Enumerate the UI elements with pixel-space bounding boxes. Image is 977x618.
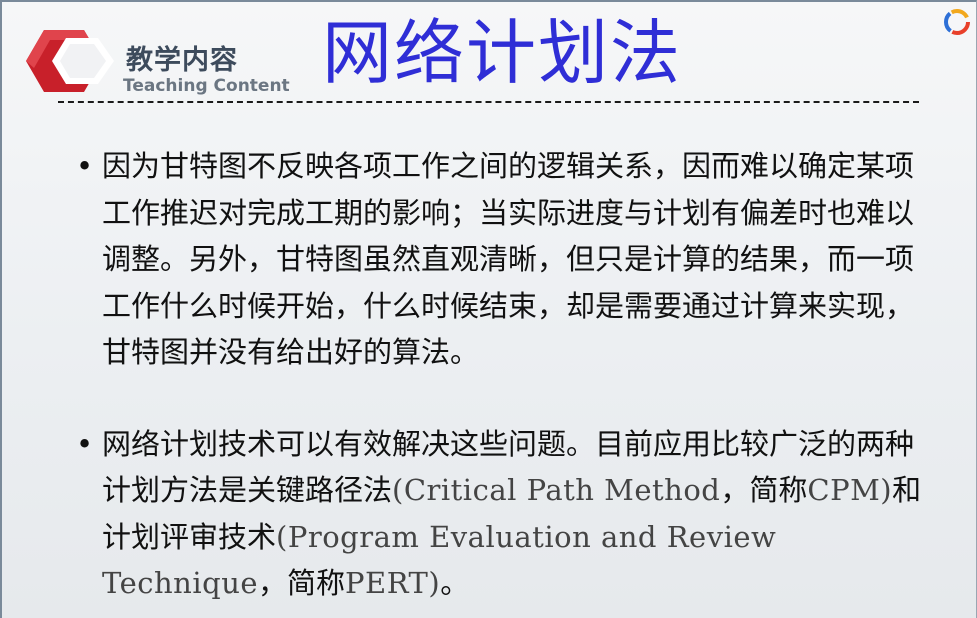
section-label-zh: 教学内容 bbox=[126, 45, 238, 76]
list-item: • 网络计划技术可以有效解决这些问题。目前应用比较广泛的两种计划方法是关键路径法… bbox=[76, 421, 936, 607]
bullet-text-part: ，简称 bbox=[258, 566, 346, 600]
section-label-en: Teaching Content bbox=[123, 76, 290, 96]
bullet-text-part: 。 bbox=[440, 566, 470, 600]
red-hexagon-logo-icon bbox=[26, 30, 114, 92]
circular-brand-icon bbox=[944, 9, 970, 35]
bullet-text: 因为甘特图不反映各项工作之间的逻辑关系，因而难以确定某项工作推迟对完成工期的影响… bbox=[102, 149, 915, 369]
bullet-text-part: ，简称 bbox=[720, 473, 808, 507]
bullet-dot: • bbox=[76, 426, 94, 461]
list-item: • 因为甘特图不反映各项工作之间的逻辑关系，因而难以确定某项工作推迟对完成工期的… bbox=[76, 143, 936, 376]
bullet-list: • 因为甘特图不反映各项工作之间的逻辑关系，因而难以确定某项工作推迟对完成工期的… bbox=[76, 143, 936, 607]
bullet-text-part: (Critical Path Method bbox=[392, 473, 721, 507]
bullet-text-part: CPM) bbox=[807, 473, 893, 507]
header-divider bbox=[58, 101, 919, 103]
page-title: 网络计划法 bbox=[322, 12, 682, 94]
bullet-text-part: PERT) bbox=[345, 566, 441, 600]
bullet-dot: • bbox=[76, 149, 94, 183]
